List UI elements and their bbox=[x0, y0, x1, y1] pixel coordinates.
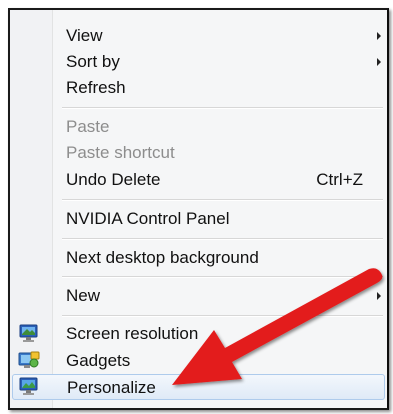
menu-separator bbox=[62, 199, 383, 201]
menu-item-label: Undo Delete bbox=[66, 170, 161, 189]
menu-item-undo-delete[interactable]: Undo Delete Ctrl+Z bbox=[12, 167, 385, 193]
menu-item-gadgets[interactable]: Gadgets bbox=[12, 348, 385, 374]
submenu-arrow-icon bbox=[377, 292, 381, 300]
desktop-context-menu: View Sort by Refresh Paste Paste shortcu… bbox=[8, 8, 389, 410]
menu-item-new[interactable]: New bbox=[12, 283, 385, 309]
submenu-arrow-icon bbox=[377, 58, 381, 66]
menu-item-label: Refresh bbox=[66, 78, 126, 97]
menu-separator bbox=[62, 238, 383, 240]
menu-item-label: NVIDIA Control Panel bbox=[66, 209, 230, 228]
menu-item-view[interactable]: View bbox=[12, 23, 385, 49]
menu-separator bbox=[62, 276, 383, 278]
menu-separator bbox=[62, 315, 383, 317]
menu-item-label: New bbox=[66, 286, 101, 305]
gadgets-icon bbox=[18, 351, 40, 368]
menu-item-personalize[interactable]: Personalize bbox=[12, 374, 385, 400]
menu-item-label: Next desktop background bbox=[66, 248, 259, 267]
menu-item-label: Screen resolution bbox=[66, 324, 199, 343]
menu-item-nvidia-control-panel[interactable]: NVIDIA Control Panel bbox=[12, 206, 385, 232]
menu-item-label: Gadgets bbox=[66, 351, 131, 370]
menu-item-shortcut: Ctrl+Z bbox=[316, 170, 363, 189]
screenshot-frame: View Sort by Refresh Paste Paste shortcu… bbox=[0, 0, 393, 414]
menu-item-refresh[interactable]: Refresh bbox=[12, 75, 385, 101]
menu-item-screen-resolution[interactable]: Screen resolution bbox=[12, 321, 385, 347]
menu-item-label: View bbox=[66, 26, 103, 45]
personalize-icon bbox=[19, 377, 38, 395]
submenu-arrow-icon bbox=[377, 32, 381, 40]
menu-item-paste[interactable]: Paste bbox=[12, 114, 385, 140]
menu-item-label: Personalize bbox=[67, 378, 156, 397]
menu-item-label: Sort by bbox=[66, 52, 120, 71]
menu-item-paste-shortcut[interactable]: Paste shortcut bbox=[12, 140, 385, 166]
menu-separator bbox=[62, 107, 383, 109]
screen-resolution-icon bbox=[19, 324, 38, 342]
menu-item-sort-by[interactable]: Sort by bbox=[12, 49, 385, 75]
menu-item-next-desktop-background[interactable]: Next desktop background bbox=[12, 245, 385, 271]
menu-item-label: Paste shortcut bbox=[66, 143, 175, 162]
menu-item-label: Paste bbox=[66, 117, 110, 136]
